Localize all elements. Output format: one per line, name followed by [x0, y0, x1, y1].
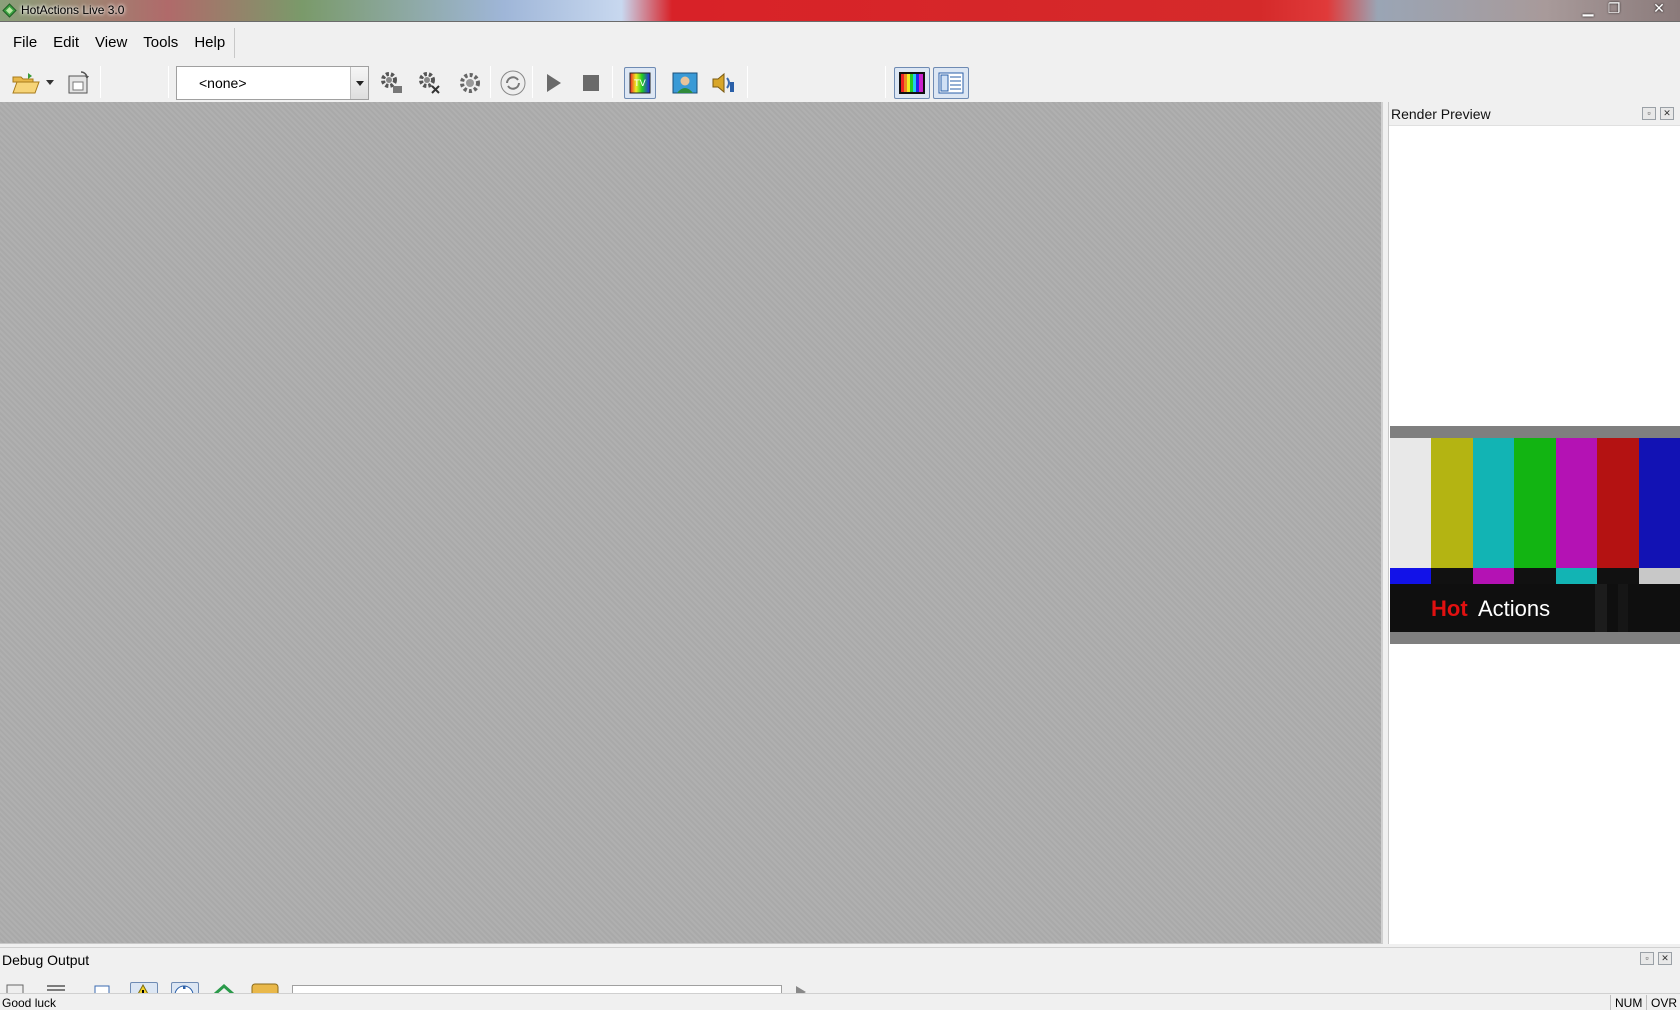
scene-select-value: <none> [199, 75, 247, 91]
pluge-block [1618, 584, 1628, 632]
scene-select-arrow[interactable] [350, 67, 368, 99]
remove-gears-button[interactable] [414, 67, 446, 99]
menu-edit[interactable]: Edit [45, 30, 87, 56]
render-preview-image: Hot Actions [1390, 426, 1680, 644]
toolbar-separator [168, 66, 169, 98]
color-bar [1555, 438, 1598, 568]
refresh-button[interactable] [497, 67, 529, 99]
minimize-button[interactable]: ▁ [1575, 0, 1601, 18]
status-ovr: OVR [1646, 995, 1680, 1010]
color-strip [1390, 568, 1680, 584]
restore-icon: ▫ [1647, 108, 1651, 118]
toolbar-separator [612, 66, 613, 98]
logo-actions: Actions [1478, 596, 1551, 621]
gears-add-icon [381, 72, 402, 93]
status-message: Good luck [2, 996, 57, 1010]
status-bar: Good luck NUM OVR [0, 993, 1680, 1010]
strip-segment [1390, 568, 1432, 584]
brand-logo: Hot Actions [1390, 584, 1680, 632]
layout-grid-icon [938, 72, 964, 94]
debug-output-title: Debug Output [2, 952, 90, 968]
strip-segment [1597, 568, 1639, 584]
open-folder-icon [12, 73, 40, 94]
debug-output-header: Debug Output ▫ ✕ [0, 948, 1680, 970]
play-icon [547, 74, 561, 92]
app-icon [2, 3, 17, 18]
tv-output-button[interactable]: TV [624, 67, 656, 99]
color-bars-button[interactable] [894, 67, 930, 99]
tv-output-icon: TV [629, 72, 651, 94]
toolbar-separator [100, 66, 101, 98]
debug-float-button[interactable]: ▫ [1640, 952, 1654, 965]
menu-tools[interactable]: Tools [135, 30, 186, 56]
scene-workspace[interactable] [0, 102, 1383, 944]
debug-output-panel: Debug Output ▫ ✕ [0, 947, 1680, 994]
layout-button[interactable] [933, 67, 969, 99]
save-document-icon [68, 71, 89, 94]
title-bar[interactable]: HotActions Live 3.0 ▁ ❐ ✕ [0, 0, 1680, 22]
chevron-down-icon [355, 80, 364, 86]
render-preview-pane: Render Preview ▫ ✕ Hot Actions [1388, 102, 1680, 944]
close-icon: ✕ [1663, 108, 1671, 118]
open-dropdown[interactable] [44, 67, 56, 99]
close-icon: ✕ [1661, 953, 1669, 963]
settings-button[interactable] [454, 67, 486, 99]
color-bar [1390, 438, 1432, 568]
toolbar-separator [490, 66, 491, 98]
add-gears-button[interactable] [376, 67, 408, 99]
scene-select[interactable]: <none> [176, 66, 369, 100]
color-bar [1472, 438, 1515, 568]
save-button[interactable] [62, 67, 94, 99]
color-bars [1390, 438, 1680, 568]
strip-segment [1514, 568, 1556, 584]
color-bars-icon [899, 72, 925, 94]
debug-close-button[interactable]: ✕ [1658, 952, 1672, 965]
dropdown-arrow-icon [46, 80, 54, 85]
person-photo-icon [672, 72, 698, 94]
close-button[interactable]: ✕ [1641, 0, 1677, 18]
render-preview-title: Render Preview [1391, 106, 1491, 122]
svg-text:TV: TV [633, 79, 646, 89]
window-title: HotActions Live 3.0 [21, 3, 125, 17]
render-preview-header: Render Preview ▫ ✕ [1389, 102, 1680, 126]
toolbar-separator [532, 66, 533, 98]
menu-group: File Edit View Tools Help [5, 28, 235, 58]
menu-file[interactable]: File [5, 30, 45, 56]
stop-icon [583, 75, 599, 91]
strip-segment [1472, 568, 1515, 584]
toolbar-separator [747, 66, 748, 98]
gear-settings-icon [460, 73, 480, 93]
strip-segment [1638, 568, 1680, 584]
camera-input-button[interactable] [669, 67, 701, 99]
main-toolbar: <none> TV [0, 62, 1680, 102]
strip-segment [1555, 568, 1598, 584]
color-bar [1638, 438, 1680, 568]
color-bar [1514, 438, 1556, 568]
toolbar-separator [885, 66, 886, 98]
strip-segment [1431, 568, 1473, 584]
menu-bar: File Edit View Tools Help [0, 23, 1680, 61]
restore-icon: ▫ [1645, 953, 1649, 963]
audio-button[interactable] [707, 67, 739, 99]
logo-hot: Hot [1431, 596, 1468, 621]
stop-button[interactable] [575, 67, 607, 99]
status-num: NUM [1610, 995, 1646, 1010]
pane-close-button[interactable]: ✕ [1660, 107, 1674, 120]
gears-remove-icon [419, 72, 440, 94]
open-button[interactable] [8, 67, 44, 99]
maximize-button[interactable]: ❐ [1601, 0, 1627, 18]
pluge-block [1595, 584, 1607, 632]
color-bar [1597, 438, 1639, 568]
audio-speaker-icon [712, 72, 734, 94]
play-button[interactable] [537, 67, 569, 99]
refresh-icon [500, 70, 526, 96]
color-bar [1431, 438, 1473, 568]
menu-view[interactable]: View [87, 30, 135, 56]
pane-float-button[interactable]: ▫ [1642, 107, 1656, 120]
menu-help[interactable]: Help [186, 30, 233, 56]
